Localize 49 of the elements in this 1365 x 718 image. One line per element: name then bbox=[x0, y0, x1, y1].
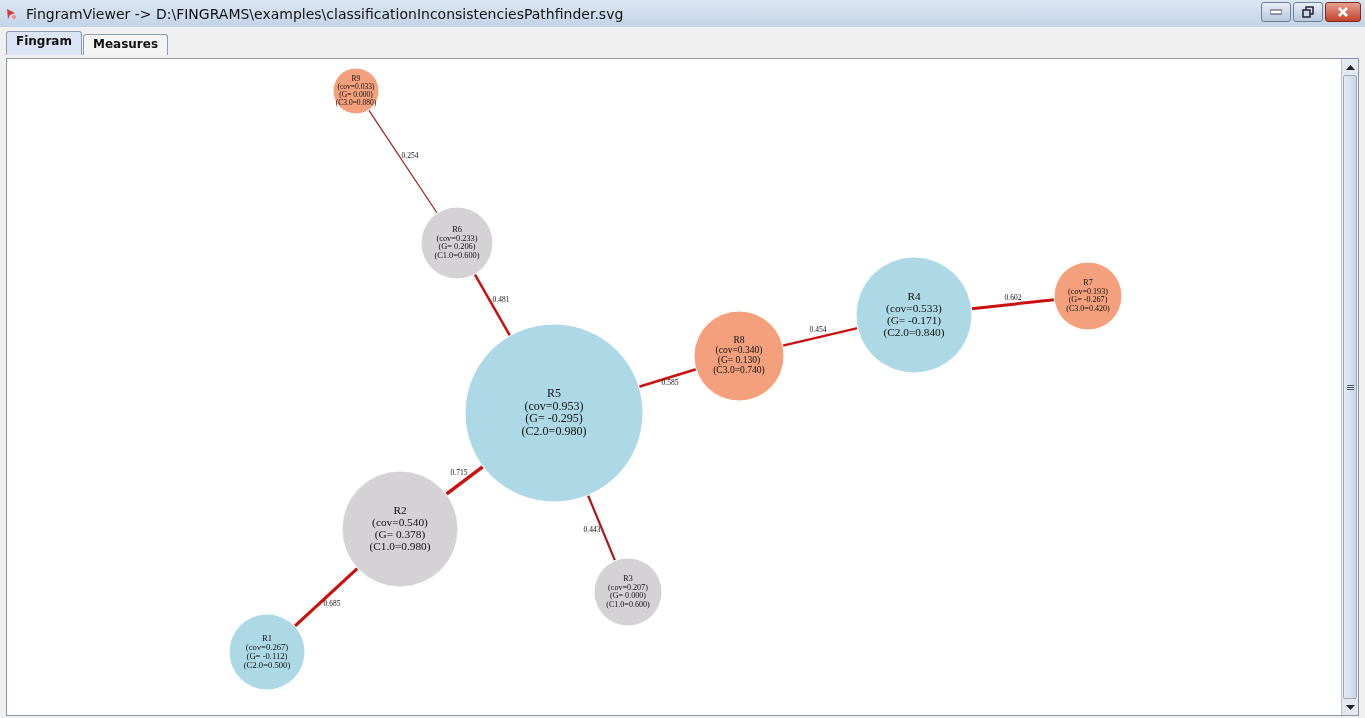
node-coverage: (cov=0.233) bbox=[436, 233, 478, 243]
node-name: R6 bbox=[452, 224, 462, 234]
node-goodness: (G= -0.295) bbox=[525, 411, 583, 426]
edge-line bbox=[293, 567, 359, 628]
node-coverage: (cov=0.267) bbox=[245, 641, 289, 652]
node-name: R4 bbox=[907, 289, 921, 302]
node-coverage: (cov=0.193) bbox=[1068, 286, 1108, 296]
node-name: R7 bbox=[1083, 278, 1093, 288]
node-coverage: (cov=0.953) bbox=[524, 398, 584, 413]
close-icon bbox=[1337, 6, 1349, 18]
node-goodness: (G= 0.000) bbox=[610, 591, 646, 601]
node-goodness: (G= 0.206) bbox=[438, 242, 476, 252]
node-goodness: (G= -0.112) bbox=[246, 650, 288, 661]
edge-line bbox=[473, 273, 511, 337]
node-goodness: (G= -0.267) bbox=[1068, 295, 1108, 305]
edge-line bbox=[445, 465, 484, 496]
node-coverage: (cov=0.207) bbox=[608, 582, 648, 592]
node-name: R3 bbox=[623, 574, 633, 584]
node-goodness: (G= 0.130) bbox=[717, 354, 761, 366]
node-class: (C1.0=0.600) bbox=[606, 599, 650, 609]
scroll-down-icon[interactable] bbox=[1345, 704, 1355, 710]
app-icon bbox=[4, 6, 18, 21]
restore-button[interactable] bbox=[1293, 2, 1323, 22]
node-name: R1 bbox=[261, 632, 273, 643]
node-name: R2 bbox=[393, 503, 407, 516]
node-class: (C2.0=0.500) bbox=[243, 659, 291, 670]
node-name: R8 bbox=[733, 334, 745, 346]
node-name: R5 bbox=[547, 386, 561, 401]
scrollbar-thumb[interactable] bbox=[1343, 75, 1357, 699]
tab[interactable]: Measures bbox=[82, 34, 169, 55]
node-coverage: (cov=0.340) bbox=[715, 344, 763, 356]
scroll-up-icon[interactable] bbox=[1345, 64, 1355, 70]
node-class: (C3.0=0.420) bbox=[1066, 303, 1110, 313]
restore-icon bbox=[1302, 6, 1314, 18]
minimize-icon bbox=[1270, 9, 1282, 15]
tab[interactable]: Fingram bbox=[6, 31, 82, 55]
node-class: (C1.0=0.980) bbox=[369, 539, 431, 552]
node-goodness: (G= -0.171) bbox=[886, 313, 942, 326]
close-button[interactable] bbox=[1325, 2, 1361, 22]
node-class: (C1.0=0.600) bbox=[434, 251, 480, 261]
grip-icon bbox=[1346, 384, 1354, 390]
node-goodness: (G= 0.378) bbox=[374, 527, 426, 540]
node-coverage: (cov=0.540) bbox=[372, 515, 428, 528]
minimize-button[interactable] bbox=[1261, 2, 1291, 22]
edge-line bbox=[638, 368, 697, 389]
node-class: (C3.0=0.740) bbox=[713, 364, 765, 376]
node-coverage: (cov=0.533) bbox=[886, 301, 942, 314]
node-class: (C2.0=0.840) bbox=[883, 325, 945, 338]
window-title: FingramViewer -> D:\FINGRAMS\examples\classificationInconsistenciesPathfinder.svg bbox=[26, 5, 625, 22]
